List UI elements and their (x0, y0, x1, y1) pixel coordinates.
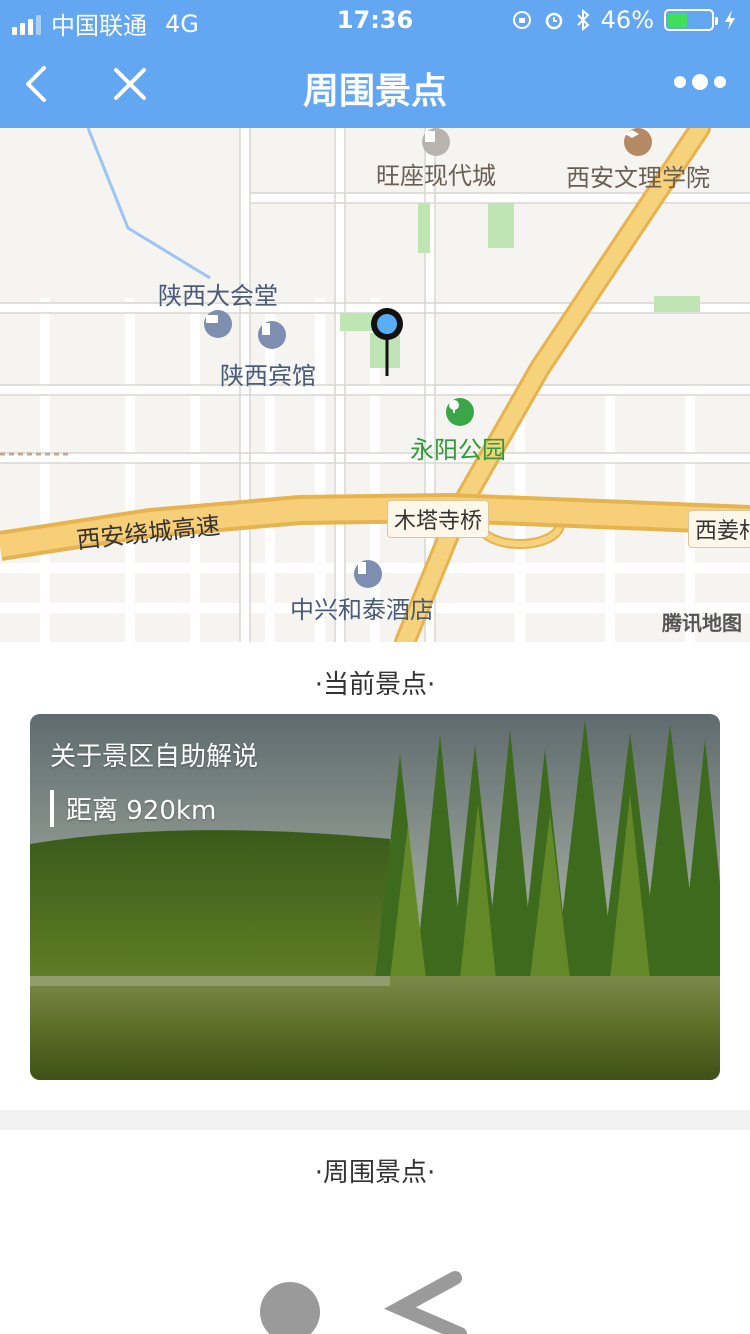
map-label-park: 永阳公园 (410, 436, 506, 464)
current-section-title: ·当前景点· (314, 670, 436, 700)
map-label-xijiang: 西姜村 (688, 510, 750, 548)
status-bar: 中国联通 4G 17:36 46% (0, 0, 750, 40)
nav-bar: 周围景点 (0, 40, 750, 128)
map-label-wangzuo: 旺座现代城 (376, 162, 496, 190)
current-scenic-card[interactable]: 关于景区自助解说 距离 920km (30, 714, 720, 1080)
university-poi-icon (624, 128, 652, 156)
hotel-poi-icon (258, 321, 286, 349)
map-label-dahuitang: 陕西大会堂 (158, 282, 278, 310)
location-pin-icon[interactable] (368, 306, 406, 378)
map-label-hotel: 中兴和泰酒店 (290, 596, 434, 624)
loading-indicator-icon (260, 1271, 467, 1334)
building-poi-icon (422, 128, 450, 156)
section-divider (0, 1110, 750, 1130)
charging-icon (725, 10, 735, 30)
hall-poi-icon (204, 310, 232, 338)
status-right: 46% (511, 6, 736, 34)
card-distance: 距离 920km (50, 790, 216, 827)
more-dots-icon[interactable] (674, 74, 726, 90)
map-label-mutasi: 木塔寺桥 (387, 500, 490, 538)
map-credit: 腾讯地图 (662, 611, 742, 635)
page-title: 周围景点 (302, 71, 447, 112)
map-label-wenli: 西安文理学院 (566, 164, 710, 192)
hotel-poi-icon (354, 560, 382, 588)
map-view[interactable]: 旺座现代城 西安文理学院 陕西大会堂 陕西宾馆 永阳公园 西安绕城高速 木塔寺桥… (0, 128, 750, 642)
alarm-icon (545, 12, 562, 30)
card-title: 关于景区自助解说 (50, 742, 259, 772)
bluetooth-icon (576, 8, 590, 32)
park-poi-icon (446, 398, 474, 426)
battery-percent: 46% (600, 6, 654, 34)
battery-icon (664, 9, 718, 31)
rotation-lock-icon (512, 11, 531, 29)
nearby-section-title: ·周围景点· (314, 1158, 436, 1188)
map-label-binguan: 陕西宾馆 (220, 362, 316, 390)
